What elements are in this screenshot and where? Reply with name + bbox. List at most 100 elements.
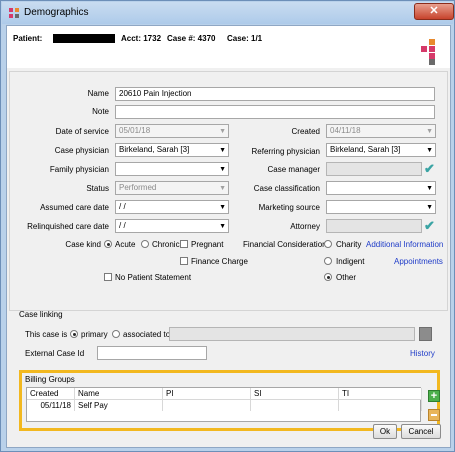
date-of-service-field[interactable]: 05/01/18 ▼ [115, 124, 229, 138]
case-label: Case: 1/1 [227, 34, 263, 43]
other-radio[interactable] [324, 273, 332, 281]
charity-label: Charity [336, 240, 362, 249]
indigent-label: Indigent [336, 257, 365, 266]
billing-groups-title: Billing Groups [25, 375, 75, 384]
billing-groups-table: Created Name PI SI TI 05/11/18 Self Pay [26, 387, 422, 422]
charity-radio[interactable] [324, 240, 332, 248]
created-label: Created [291, 127, 320, 136]
case-lookup-icon[interactable] [419, 327, 432, 341]
window-title: Demographics [24, 7, 89, 18]
patient-label: Patient: [13, 34, 43, 43]
acute-radio[interactable] [104, 240, 112, 248]
column-header-name[interactable]: Name [75, 388, 163, 400]
created-value: 04/11/18 [330, 126, 361, 135]
case-classification-label: Case classification [253, 184, 320, 193]
case-manager-field[interactable] [326, 162, 422, 176]
status-label: Status [86, 184, 109, 193]
date-of-service-label: Date of service [55, 127, 109, 136]
cancel-button[interactable]: Cancel [401, 424, 441, 439]
chronic-label: Chronic [152, 240, 180, 249]
case-manager-check-icon[interactable]: ✔ [424, 162, 436, 176]
history-link[interactable]: History [410, 349, 435, 358]
note-label: Note [92, 107, 109, 116]
cell-created: 05/11/18 [27, 400, 75, 411]
pregnant-checkbox[interactable] [180, 240, 188, 248]
ok-button[interactable]: Ok [373, 424, 397, 439]
case-physician-label: Case physician [54, 146, 109, 155]
date-of-service-value: 05/01/18 [119, 126, 151, 135]
assumed-care-date-field[interactable]: / / ▼ [115, 200, 229, 214]
column-header-ti[interactable]: TI [339, 388, 422, 400]
app-icon [9, 8, 19, 18]
patient-header: Patient: Acct: 1732 Case #: 4370 Case: 1… [7, 26, 450, 68]
cell-pi [163, 400, 251, 411]
relinquished-care-date-field[interactable]: / / ▼ [115, 219, 229, 233]
case-linking-section: Case linking This case is primary associ… [19, 310, 441, 366]
chevron-down-icon: ▼ [219, 166, 226, 173]
case-linking-title: Case linking [19, 310, 63, 319]
referring-physician-value: Birkeland, Sarah [3] [330, 145, 401, 154]
primary-radio[interactable] [70, 330, 78, 338]
assumed-care-date-value: / / [119, 202, 126, 211]
demographics-window: Demographics ✕ Patient: Acct: 1732 Case … [0, 0, 455, 452]
chevron-down-icon: ▼ [219, 147, 226, 154]
acct-label: Acct: 1732 [121, 34, 162, 43]
name-label: Name [87, 89, 109, 98]
chevron-down-icon: ▼ [426, 147, 433, 154]
case-classification-select[interactable]: ▼ [326, 181, 436, 195]
appointments-link[interactable]: Appointments [394, 257, 443, 266]
relinquished-care-date-label: Relinquished care date [27, 222, 109, 231]
chronic-radio[interactable] [141, 240, 149, 248]
attorney-check-icon[interactable]: ✔ [424, 219, 436, 233]
assumed-care-date-label: Assumed care date [40, 203, 109, 212]
referring-physician-label: Referring physician [251, 147, 320, 156]
case-physician-select[interactable]: Birkeland, Sarah [3] ▼ [115, 143, 229, 157]
referring-physician-select[interactable]: Birkeland, Sarah [3] ▼ [326, 143, 436, 157]
no-patient-statement-label: No Patient Statement [115, 273, 192, 282]
relinquished-care-date-value: / / [119, 221, 126, 230]
associated-case-field[interactable] [169, 327, 415, 341]
status-value: Performed [119, 183, 157, 192]
remove-billing-group-button[interactable] [428, 409, 440, 421]
pregnant-label: Pregnant [191, 240, 224, 249]
column-header-pi[interactable]: PI [163, 388, 251, 400]
external-case-id-label: External Case Id [25, 349, 85, 358]
associated-to-radio[interactable] [112, 330, 120, 338]
case-number-label: Case #: 4370 [167, 34, 216, 43]
marketing-source-label: Marketing source [258, 203, 320, 212]
add-billing-group-button[interactable]: + [428, 390, 440, 402]
column-header-si[interactable]: SI [251, 388, 339, 400]
marketing-source-select[interactable]: ▼ [326, 200, 436, 214]
brand-logo-icon [421, 39, 443, 65]
note-field[interactable] [115, 105, 435, 119]
chevron-down-icon: ▼ [426, 204, 433, 211]
name-field[interactable]: 20610 Pain Injection [115, 87, 435, 101]
case-kind-label: Case kind [65, 240, 101, 249]
chevron-down-icon: ▼ [426, 185, 433, 192]
financial-consideration-label: Financial Consideration [243, 240, 327, 249]
column-header-created[interactable]: Created [27, 388, 75, 400]
additional-information-link[interactable]: Additional Information [366, 240, 443, 249]
attorney-field[interactable] [326, 219, 422, 233]
case-manager-label: Case manager [267, 165, 320, 174]
chevron-down-icon: ▼ [426, 128, 433, 135]
cell-name: Self Pay [75, 400, 163, 411]
close-button[interactable]: ✕ [414, 3, 454, 20]
case-physician-value: Birkeland, Sarah [3] [119, 145, 190, 154]
indigent-radio[interactable] [324, 257, 332, 265]
cell-si [251, 400, 339, 411]
no-patient-statement-checkbox[interactable] [104, 273, 112, 281]
finance-charge-checkbox[interactable] [180, 257, 188, 265]
family-physician-select[interactable]: ▼ [115, 162, 229, 176]
patient-name-redacted [53, 34, 115, 43]
associated-to-label: associated to [123, 330, 171, 339]
status-select[interactable]: Performed ▼ [115, 181, 229, 195]
this-case-is-label: This case is [25, 330, 68, 339]
family-physician-label: Family physician [49, 165, 109, 174]
finance-charge-label: Finance Charge [191, 257, 248, 266]
cell-ti [339, 400, 422, 411]
external-case-id-field[interactable] [97, 346, 207, 360]
title-bar: Demographics ✕ [2, 2, 454, 24]
chevron-down-icon: ▼ [219, 223, 226, 230]
created-field[interactable]: 04/11/18 ▼ [326, 124, 436, 138]
